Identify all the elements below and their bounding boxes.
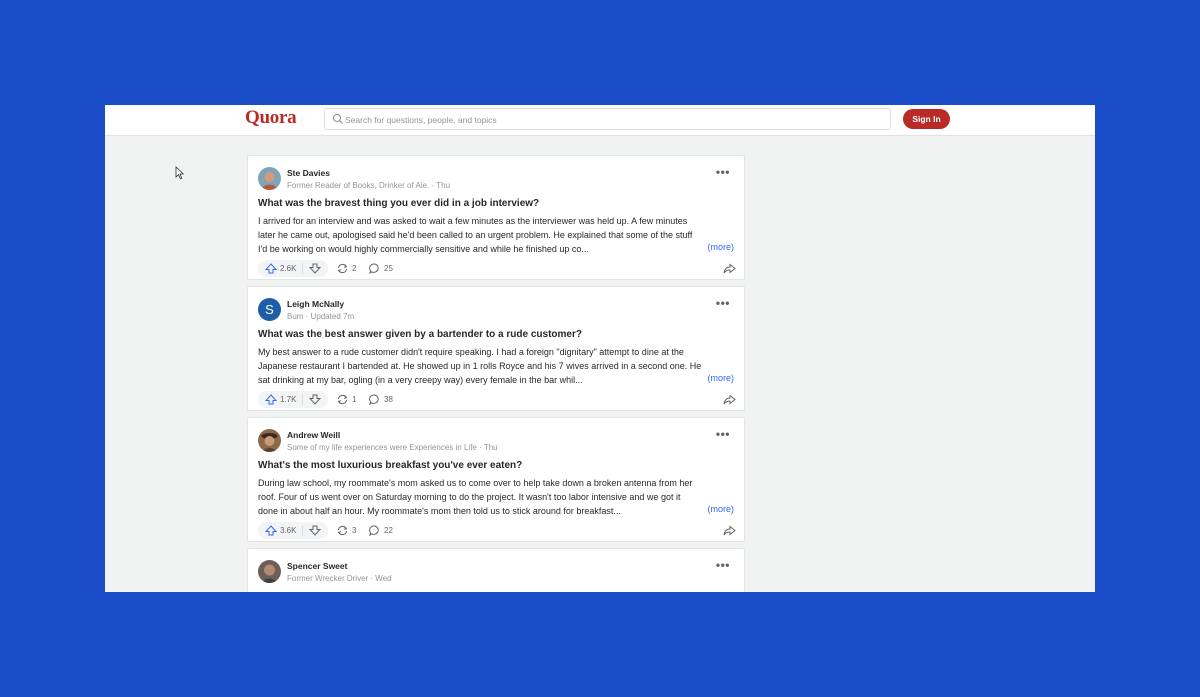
answer-card: Spencer Sweet Former Wrecker Driver · We… (247, 548, 745, 592)
upvote-icon[interactable] (265, 394, 277, 405)
vote-pill: 1.7K (258, 391, 328, 408)
excerpt-line: sat drinking at my bar, ogling (in a ver… (258, 375, 583, 385)
reshare-count: 3 (352, 526, 357, 535)
share-arrow-icon[interactable] (723, 263, 736, 274)
comment-count: 38 (384, 395, 393, 404)
excerpt-line: My best answer to a rude customer didn't… (258, 347, 684, 357)
comment-icon[interactable] (369, 394, 380, 405)
divider (302, 394, 303, 405)
excerpt-line: later he came out, apologised said he'd … (258, 230, 693, 240)
author-name[interactable]: Andrew Weill (287, 430, 340, 440)
excerpt-line: done in about half an hour. My roommate'… (258, 506, 621, 516)
more-link[interactable]: (more) (708, 373, 735, 383)
upvote-count: 2.6K (280, 264, 297, 273)
excerpt-line: I arrived for an interview and was asked… (258, 216, 688, 226)
author-credential: Some of my life experiences were Experie… (287, 443, 498, 452)
upvote-icon[interactable] (265, 263, 277, 274)
downvote-icon[interactable] (309, 394, 321, 405)
action-bar: 3.6K 3 22 (258, 522, 736, 540)
vote-pill: 2.6K (258, 260, 328, 277)
question-title[interactable]: What was the best answer given by a bart… (258, 329, 582, 340)
browser-viewport: Quora Sign In Ste Davies Former Reader o (105, 105, 1095, 592)
reshare-count: 2 (352, 264, 357, 273)
excerpt-line: Japanese restaurant I bartended at. He s… (258, 361, 702, 371)
comment-icon[interactable] (369, 263, 380, 274)
reshare-icon[interactable] (336, 263, 349, 274)
author-credential: Bum · Updated 7m (287, 312, 355, 321)
action-bar: 1.7K 1 38 (258, 391, 736, 409)
mouse-cursor-icon (175, 166, 185, 180)
answer-excerpt[interactable]: During law school, my roommate's mom ask… (258, 476, 736, 518)
search-bar[interactable] (324, 108, 891, 130)
top-navbar: Quora Sign In (105, 105, 1095, 136)
reshare-icon[interactable] (336, 394, 349, 405)
avatar[interactable] (258, 560, 281, 583)
downvote-icon[interactable] (309, 263, 321, 274)
search-input[interactable] (343, 110, 877, 130)
author-name[interactable]: Spencer Sweet (287, 561, 347, 571)
share-arrow-icon[interactable] (723, 394, 736, 405)
user-photo-icon (258, 560, 281, 583)
excerpt-line: I'd be working on would highly commercia… (258, 244, 589, 254)
answer-card: Andrew Weill Some of my life experiences… (247, 417, 745, 542)
answer-excerpt[interactable]: I arrived for an interview and was asked… (258, 214, 736, 256)
answer-excerpt[interactable]: My best answer to a rude customer didn't… (258, 345, 736, 387)
comment-icon[interactable] (369, 525, 380, 536)
excerpt-line: roof. Four of us went over on Saturday m… (258, 492, 681, 502)
avatar[interactable] (258, 167, 281, 190)
author-credential: Former Reader of Books, Drinker of Ale. … (287, 181, 451, 190)
comment-count: 25 (384, 264, 393, 273)
divider (302, 263, 303, 274)
more-options-icon[interactable]: ••• (716, 165, 730, 179)
reshare-count: 1 (352, 395, 357, 404)
excerpt-line: During law school, my roommate's mom ask… (258, 478, 693, 488)
question-title[interactable]: What's the most luxurious breakfast you'… (258, 460, 522, 471)
action-bar: 2.6K 2 25 (258, 260, 736, 278)
sign-in-button[interactable]: Sign In (903, 109, 950, 129)
author-credential: Former Wrecker Driver · Wed (287, 574, 392, 583)
user-photo-icon (258, 167, 281, 190)
avatar[interactable]: S (258, 298, 281, 321)
comment-count: 22 (384, 526, 393, 535)
author-name[interactable]: Ste Davies (287, 168, 330, 178)
more-options-icon[interactable]: ••• (716, 296, 730, 310)
more-link[interactable]: (more) (708, 242, 735, 252)
upvote-count: 3.6K (280, 526, 297, 535)
more-options-icon[interactable]: ••• (716, 558, 730, 572)
answer-card: Ste Davies Former Reader of Books, Drink… (247, 155, 745, 280)
share-arrow-icon[interactable] (723, 525, 736, 536)
more-link[interactable]: (more) (708, 504, 735, 514)
answer-card: S Leigh McNally Bum · Updated 7m ••• Wha… (247, 286, 745, 411)
upvote-icon[interactable] (265, 525, 277, 536)
downvote-icon[interactable] (309, 525, 321, 536)
question-title[interactable]: What was the bravest thing you ever did … (258, 198, 539, 209)
vote-pill: 3.6K (258, 522, 328, 539)
upvote-count: 1.7K (280, 395, 297, 404)
reshare-icon[interactable] (336, 525, 349, 536)
avatar[interactable] (258, 429, 281, 452)
quora-logo[interactable]: Quora (245, 107, 297, 129)
author-name[interactable]: Leigh McNally (287, 299, 344, 309)
user-photo-icon (258, 429, 281, 452)
divider (302, 525, 303, 536)
more-options-icon[interactable]: ••• (716, 427, 730, 441)
